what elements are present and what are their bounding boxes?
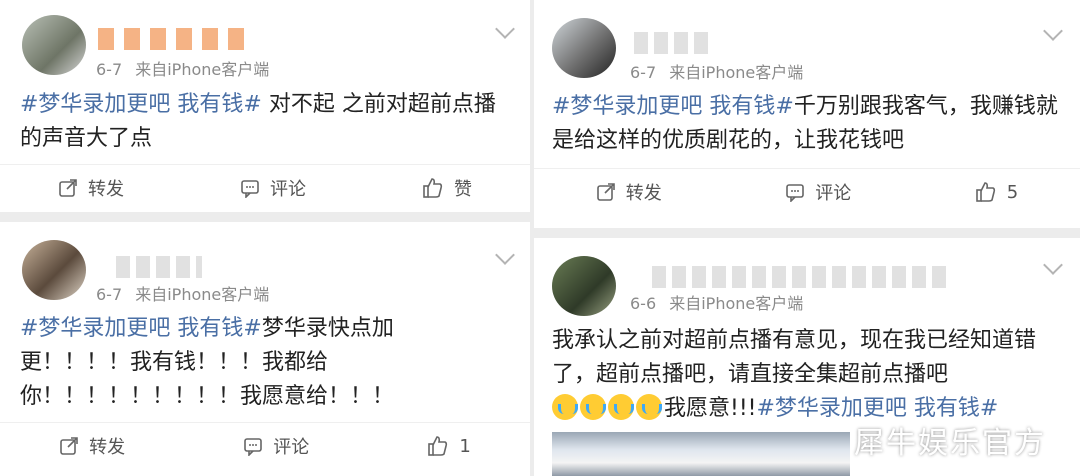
post-date: 6-7 xyxy=(630,63,657,82)
crying-face-icon xyxy=(552,394,578,420)
comment-icon xyxy=(243,436,263,456)
comment-label: 评论 xyxy=(270,179,306,200)
avatar[interactable] xyxy=(552,18,616,78)
action-bar: 转发 评论 赞 xyxy=(0,164,530,212)
post-card: 6-7 来自iPhone客户端 #梦华录加更吧 我有钱#梦华录快点加更！！！！我… xyxy=(0,222,530,476)
comment-button[interactable]: 评论 xyxy=(240,175,306,201)
thumbs-up-icon xyxy=(427,435,449,457)
post-meta: 6-7 来自iPhone客户端 xyxy=(96,56,269,80)
repost-label: 转发 xyxy=(89,437,126,458)
hashtag-link[interactable]: #梦华录加更吧 我有钱# xyxy=(20,92,262,117)
post-source: 来自iPhone客户端 xyxy=(135,285,270,304)
post-source: 来自iPhone客户端 xyxy=(669,63,804,82)
post-card: 6-7 来自iPhone客户端 #梦华录加更吧 我有钱#千万别跟我客气，我赚钱就… xyxy=(534,0,1080,228)
post-image[interactable] xyxy=(552,432,850,476)
comment-label: 评论 xyxy=(273,437,310,458)
like-label: 赞 xyxy=(454,179,472,200)
post-tail: 我愿意!!! xyxy=(664,396,757,421)
post-meta: 6-7 来自iPhone客户端 xyxy=(630,59,803,83)
username-redacted[interactable] xyxy=(98,28,248,50)
post-date: 6-7 xyxy=(96,285,123,304)
share-icon xyxy=(58,178,78,198)
hashtag-link[interactable]: #梦华录加更吧 我有钱# xyxy=(552,94,794,119)
post-text: 我承认之前对超前点播有意见，现在我已经知道错了，超前点播吧，请直接全集超前点播吧… xyxy=(552,324,1052,426)
screenshot-collage: 6-7 来自iPhone客户端 #梦华录加更吧 我有钱# 对不起 之前对超前点播… xyxy=(0,0,1080,476)
crying-face-icon xyxy=(608,394,634,420)
post-source: 来自iPhone客户端 xyxy=(669,294,804,313)
hashtag-link[interactable]: #梦华录加更吧 我有钱# xyxy=(20,316,262,341)
repost-button[interactable]: 转发 xyxy=(59,433,125,459)
like-count: 5 xyxy=(1006,181,1019,203)
comment-label: 评论 xyxy=(815,183,852,204)
chevron-down-icon[interactable] xyxy=(495,245,515,265)
username-redacted[interactable] xyxy=(116,256,202,278)
share-icon xyxy=(596,182,616,202)
avatar[interactable] xyxy=(22,15,86,75)
post-source: 来自iPhone客户端 xyxy=(135,60,270,79)
post-meta: 6-6 来自iPhone客户端 xyxy=(630,290,803,314)
repost-label: 转发 xyxy=(625,183,662,204)
comment-icon xyxy=(785,182,805,202)
chevron-down-icon[interactable] xyxy=(1043,21,1063,41)
repost-button[interactable]: 转发 xyxy=(596,179,662,205)
like-button[interactable]: 赞 xyxy=(422,175,472,201)
chevron-down-icon[interactable] xyxy=(1043,255,1063,275)
comment-button[interactable]: 评论 xyxy=(785,179,851,205)
post-meta: 6-7 来自iPhone客户端 xyxy=(96,281,269,305)
comment-icon xyxy=(240,178,260,198)
post-text: #梦华录加更吧 我有钱#梦华录快点加更！！！！我有钱！！！我都给你！！！！！！！… xyxy=(20,312,440,414)
action-bar: 转发 评论 5 xyxy=(534,168,1080,216)
chevron-down-icon[interactable] xyxy=(495,19,515,39)
repost-label: 转发 xyxy=(88,179,124,200)
post-text: #梦华录加更吧 我有钱# 对不起 之前对超前点播的声音大了点 xyxy=(20,88,510,156)
username-redacted[interactable] xyxy=(634,32,714,54)
thumbs-up-icon xyxy=(422,177,444,199)
post-date: 6-7 xyxy=(96,60,123,79)
crying-face-icon xyxy=(580,394,606,420)
avatar[interactable] xyxy=(552,256,616,316)
watermark: 犀牛娱乐官方 xyxy=(854,426,1046,461)
share-icon xyxy=(59,436,79,456)
post-body: 我承认之前对超前点播有意见，现在我已经知道错了，超前点播吧，请直接全集超前点播吧 xyxy=(552,328,1037,387)
thumbs-up-icon xyxy=(975,181,997,203)
post-card: 6-7 来自iPhone客户端 #梦华录加更吧 我有钱# 对不起 之前对超前点播… xyxy=(0,0,530,212)
repost-button[interactable]: 转发 xyxy=(58,175,124,201)
action-bar: 转发 评论 1 xyxy=(0,422,530,470)
crying-face-icon xyxy=(636,394,662,420)
username-redacted[interactable] xyxy=(652,266,952,288)
post-date: 6-6 xyxy=(630,294,657,313)
avatar[interactable] xyxy=(22,240,86,300)
like-button[interactable]: 5 xyxy=(975,181,1018,203)
comment-button[interactable]: 评论 xyxy=(243,433,309,459)
post-text: #梦华录加更吧 我有钱#千万别跟我客气，我赚钱就是给这样的优质剧花的，让我花钱吧 xyxy=(552,90,1062,158)
like-button[interactable]: 1 xyxy=(427,435,471,457)
like-count: 1 xyxy=(459,435,471,457)
